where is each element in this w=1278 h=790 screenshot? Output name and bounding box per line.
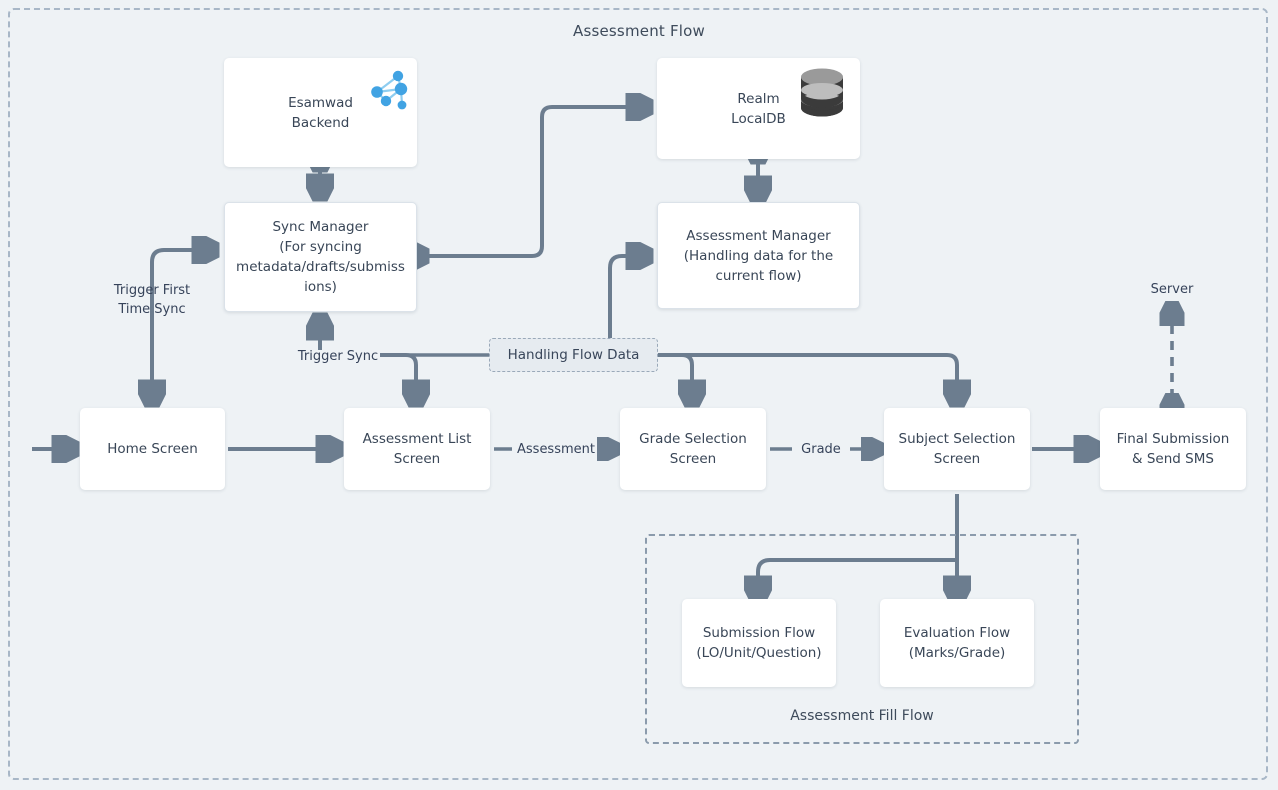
node-grade-selection-screen[interactable]: Grade Selection Screen	[620, 408, 766, 490]
node-home-screen[interactable]: Home Screen	[80, 408, 225, 490]
assessment-fill-flow-caption: Assessment Fill Flow	[790, 708, 934, 724]
node-subject-selection-screen-label: Subject Selection Screen	[898, 431, 1016, 467]
node-sync-manager[interactable]: Sync Manager (For syncing metadata/draft…	[224, 202, 417, 312]
node-final-submission-label: Final Submission & Send SMS	[1116, 431, 1230, 467]
edge-label-trigger-sync: Trigger Sync	[297, 349, 379, 364]
edge-label-trigger-first-time-sync: Trigger First Time Sync	[113, 283, 191, 317]
edge-label-grade: Grade	[801, 442, 841, 457]
assessment-flow-boundary	[8, 8, 1268, 780]
node-esamwad-backend[interactable]: Esamwad Backend	[224, 58, 417, 167]
diagram-canvas: Assessment Flow Esamwad Backend Realm Lo…	[0, 0, 1278, 790]
node-grade-selection-screen-label: Grade Selection Screen	[639, 431, 747, 467]
edge-label-server: Server	[1150, 282, 1194, 297]
pill-handling-flow-data-label: Handling Flow Data	[507, 347, 640, 363]
node-home-screen-label: Home Screen	[107, 441, 198, 457]
node-realm-localdb[interactable]: Realm LocalDB	[657, 58, 860, 159]
node-subject-selection-screen[interactable]: Subject Selection Screen	[884, 408, 1030, 490]
page-title: Assessment Flow	[573, 22, 705, 40]
node-assessment-manager-label: Assessment Manager (Handling data for th…	[683, 227, 834, 284]
database-cylinder-icon	[801, 68, 843, 117]
pill-handling-flow-data[interactable]: Handling Flow Data	[489, 338, 658, 372]
node-assessment-list-screen[interactable]: Assessment List Screen	[344, 408, 490, 490]
node-sync-manager-label: Sync Manager (For syncing metadata/draft…	[236, 219, 405, 295]
network-graph-icon	[371, 70, 408, 110]
edge-label-assessment: Assessment	[517, 442, 595, 457]
node-assessment-list-screen-label: Assessment List Screen	[362, 431, 472, 467]
node-final-submission[interactable]: Final Submission & Send SMS	[1100, 408, 1246, 490]
node-assessment-manager[interactable]: Assessment Manager (Handling data for th…	[657, 202, 860, 309]
